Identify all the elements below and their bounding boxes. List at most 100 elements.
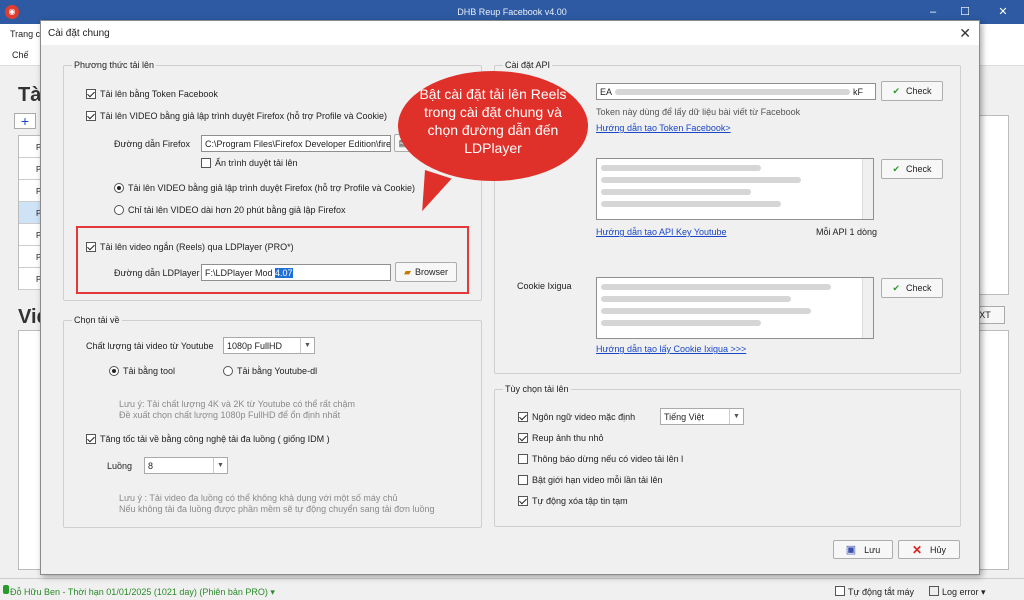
button-label: Lưu [864,544,881,555]
checkbox-icon [86,111,96,121]
checkbox-icon [201,158,211,168]
token-check-button[interactable]: ✔ Check [881,81,943,101]
radio-icon [114,183,124,193]
masked-text [601,320,761,326]
radio-label: Tải bằng Youtube-dl [237,366,318,376]
firefox-emulation-checkbox[interactable]: Tải lên VIDEO bằng giả lập trình duyệt F… [86,111,387,121]
close-icon[interactable]: ✕ [993,4,1013,20]
radio-icon [114,205,124,215]
log-icon [929,586,939,596]
masked-text [601,165,761,171]
cancel-button[interactable]: ✕ Hủy [898,540,960,559]
reup-thumbnail-checkbox[interactable]: Reup ảnh thu nhỏ [518,433,604,443]
checkbox-icon [518,412,528,422]
threads-select[interactable]: 8 ▼ [144,457,228,474]
license-status[interactable]: Đỗ Hữu Ben - Thời hạn 01/01/2025 (1021 d… [10,587,275,598]
note-line: Lưu ý: Tải chất lượng 4K và 2K từ Youtub… [119,399,355,409]
cookie-textarea[interactable] [596,277,874,339]
youtube-api-textarea[interactable] [596,158,874,220]
hide-browser-checkbox[interactable]: Ẩn trình duyệt tải lên [201,158,298,168]
checkbox-icon [86,89,96,99]
stop-notify-checkbox[interactable]: Thông báo dừng nếu có video tải lên l [518,454,683,464]
checkbox-icon [518,496,528,506]
limit-videos-checkbox[interactable]: Bật giới hạn video mỗi lần tải lên [518,475,662,485]
dialog-titlebar: Cài đặt chung ✕ [41,21,979,45]
threads-label: Luồng [107,461,133,471]
api-note: Mỗi API 1 dòng [816,227,878,237]
youtube-check-button[interactable]: ✔ Check [881,159,943,179]
scrollbar[interactable] [862,159,873,219]
save-icon: ▣ [845,544,857,556]
auto-shutdown-label: Tự động tắt máy [848,587,915,597]
group-label: Tùy chọn tải lên [503,384,571,394]
status-bar: Đỗ Hữu Ben - Thời hạn 01/01/2025 (1021 d… [0,578,1024,600]
group-label: Phương thức tải lên [72,60,156,70]
checkbox-label: Reup ảnh thu nhỏ [532,433,604,443]
note-line: Nếu không tải đa luồng được phần mềm sẽ … [119,504,435,514]
group-label: Cài đặt API [503,60,553,70]
quality-label: Chất lượng tải video từ Youtube [86,341,214,351]
checkbox-icon [518,433,528,443]
masked-text [601,284,831,290]
checkbox-label: Tải lên bằng Token Facebook [100,89,218,99]
chevron-down-icon: ▼ [300,338,314,353]
callout-bubble: Bật cài đặt tải lên Reels trong cài đặt … [398,71,588,181]
cookie-check-button[interactable]: ✔ Check [881,278,943,298]
user-icon [3,585,9,594]
check-icon: ✔ [892,85,901,96]
scrollbar[interactable] [862,278,873,338]
token-note: Token này dùng để lấy dữ liệu bài viết t… [596,107,801,117]
select-value: 1080p FullHD [227,341,283,351]
check-icon: ✔ [892,163,901,174]
check-icon: ✔ [892,282,901,293]
button-label: Check [906,86,932,96]
token-mask [615,89,851,95]
select-value: Tiếng Việt [664,412,705,422]
log-error-dropdown[interactable]: Log error ▾ [942,587,986,598]
button-label: Hủy [930,544,947,555]
checkbox-label: Thông báo dừng nếu có video tải lên l [532,454,684,464]
maximize-icon[interactable]: ☐ [955,4,975,20]
checkbox-icon [518,475,528,485]
dialog-close-icon[interactable]: ✕ [959,25,971,42]
firefox-path-field[interactable]: C:\Program Files\Firefox Developer Editi… [201,135,391,152]
cookie-guide-link[interactable]: Hướng dẫn tạo lấy Cookie Ixigua >>> [596,344,746,354]
auto-delete-checkbox[interactable]: Tự động xóa tập tin tạm [518,496,628,506]
radio-download-tool[interactable]: Tải bằng tool [109,366,175,376]
youtube-guide-link[interactable]: Hướng dẫn tạo API Key Youtube [596,227,727,237]
radio-firefox-all[interactable]: Tải lên VIDEO bằng giả lập trình duyệt F… [114,183,415,193]
minimize-icon[interactable]: – [923,4,943,20]
default-language-checkbox[interactable]: Ngôn ngữ video mặc định [518,412,635,422]
radio-firefox-long[interactable]: Chỉ tải lên VIDEO dài hơn 20 phút bằng g… [114,205,346,215]
button-label: Check [906,164,932,174]
token-facebook-checkbox[interactable]: Tải lên bằng Token Facebook [86,89,218,99]
dialog-title: Cài đặt chung [48,28,110,39]
note-line: Lưu ý : Tải video đa luồng có thể không … [119,493,398,503]
checkbox-icon [86,434,96,444]
masked-text [601,308,811,314]
checkbox-label: Ngôn ngữ video mặc định [532,412,636,422]
button-label: Check [906,283,932,293]
multithread-checkbox[interactable]: Tăng tốc tải về bằng công nghệ tải đa lu… [86,434,330,444]
chevron-down-icon: ▼ [729,409,743,424]
radio-icon [223,366,233,376]
masked-text [601,201,781,207]
quality-select[interactable]: 1080p FullHD ▼ [223,337,315,354]
radio-label: Tải lên VIDEO bằng giả lập trình duyệt F… [128,183,416,193]
token-text: EA [600,87,613,97]
token-tail: kF [853,87,864,97]
toolbar-item[interactable]: Chế [12,50,29,60]
language-select[interactable]: Tiếng Việt ▼ [660,408,744,425]
cookie-label: Cookie Ixigua [517,281,572,291]
save-button[interactable]: ▣ Lưu [833,540,893,559]
add-icon[interactable]: + [14,113,36,129]
chevron-down-icon: ▼ [213,458,227,473]
radio-youtube-dl[interactable]: Tải bằng Youtube-dl [223,366,317,376]
token-guide-link[interactable]: Hướng dẫn tạo Token Facebook> [596,123,731,133]
note-line: Đề xuất chọn chất lượng 1080p FullHD để … [119,410,341,420]
checkbox-label: Tải lên VIDEO bằng giả lập trình duyệt F… [100,111,388,121]
masked-text [601,296,791,302]
facebook-token-field[interactable]: EA kF [596,83,876,100]
radio-icon [109,366,119,376]
auto-shutdown-checkbox[interactable] [835,586,845,596]
